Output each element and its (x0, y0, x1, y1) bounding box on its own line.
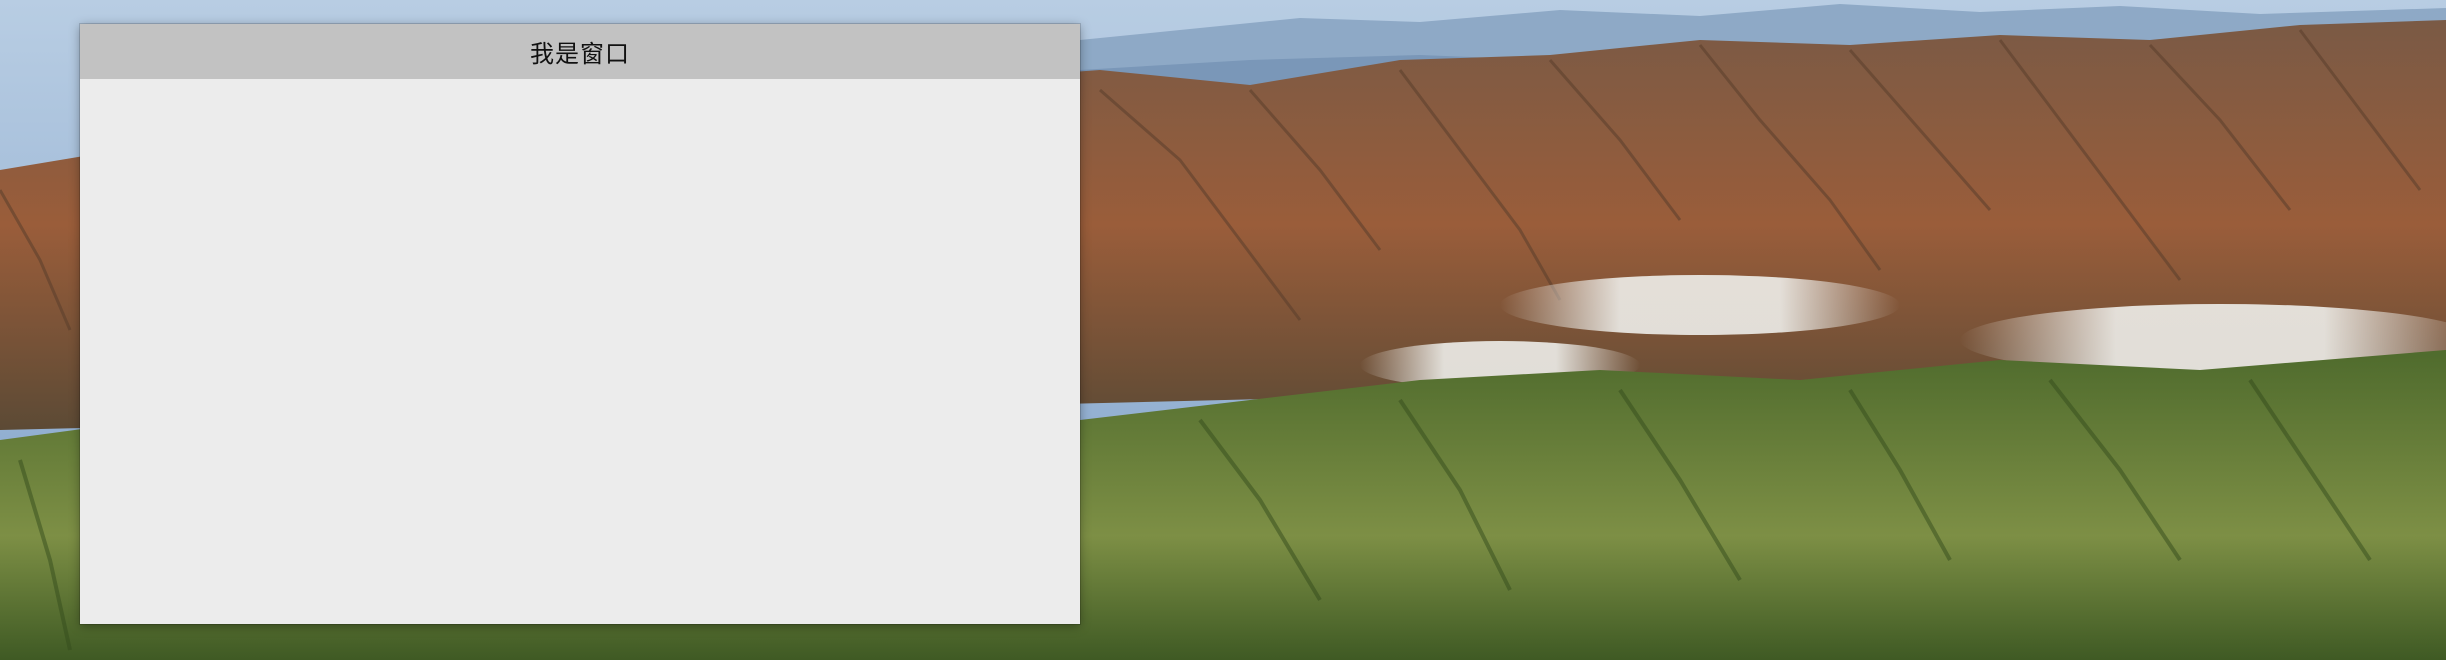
app-window[interactable]: 我是窗口 (80, 24, 1080, 624)
window-content-area (80, 79, 1080, 624)
desktop: 我是窗口 (0, 0, 2446, 660)
window-titlebar[interactable]: 我是窗口 (80, 24, 1080, 79)
window-title: 我是窗口 (530, 40, 630, 68)
